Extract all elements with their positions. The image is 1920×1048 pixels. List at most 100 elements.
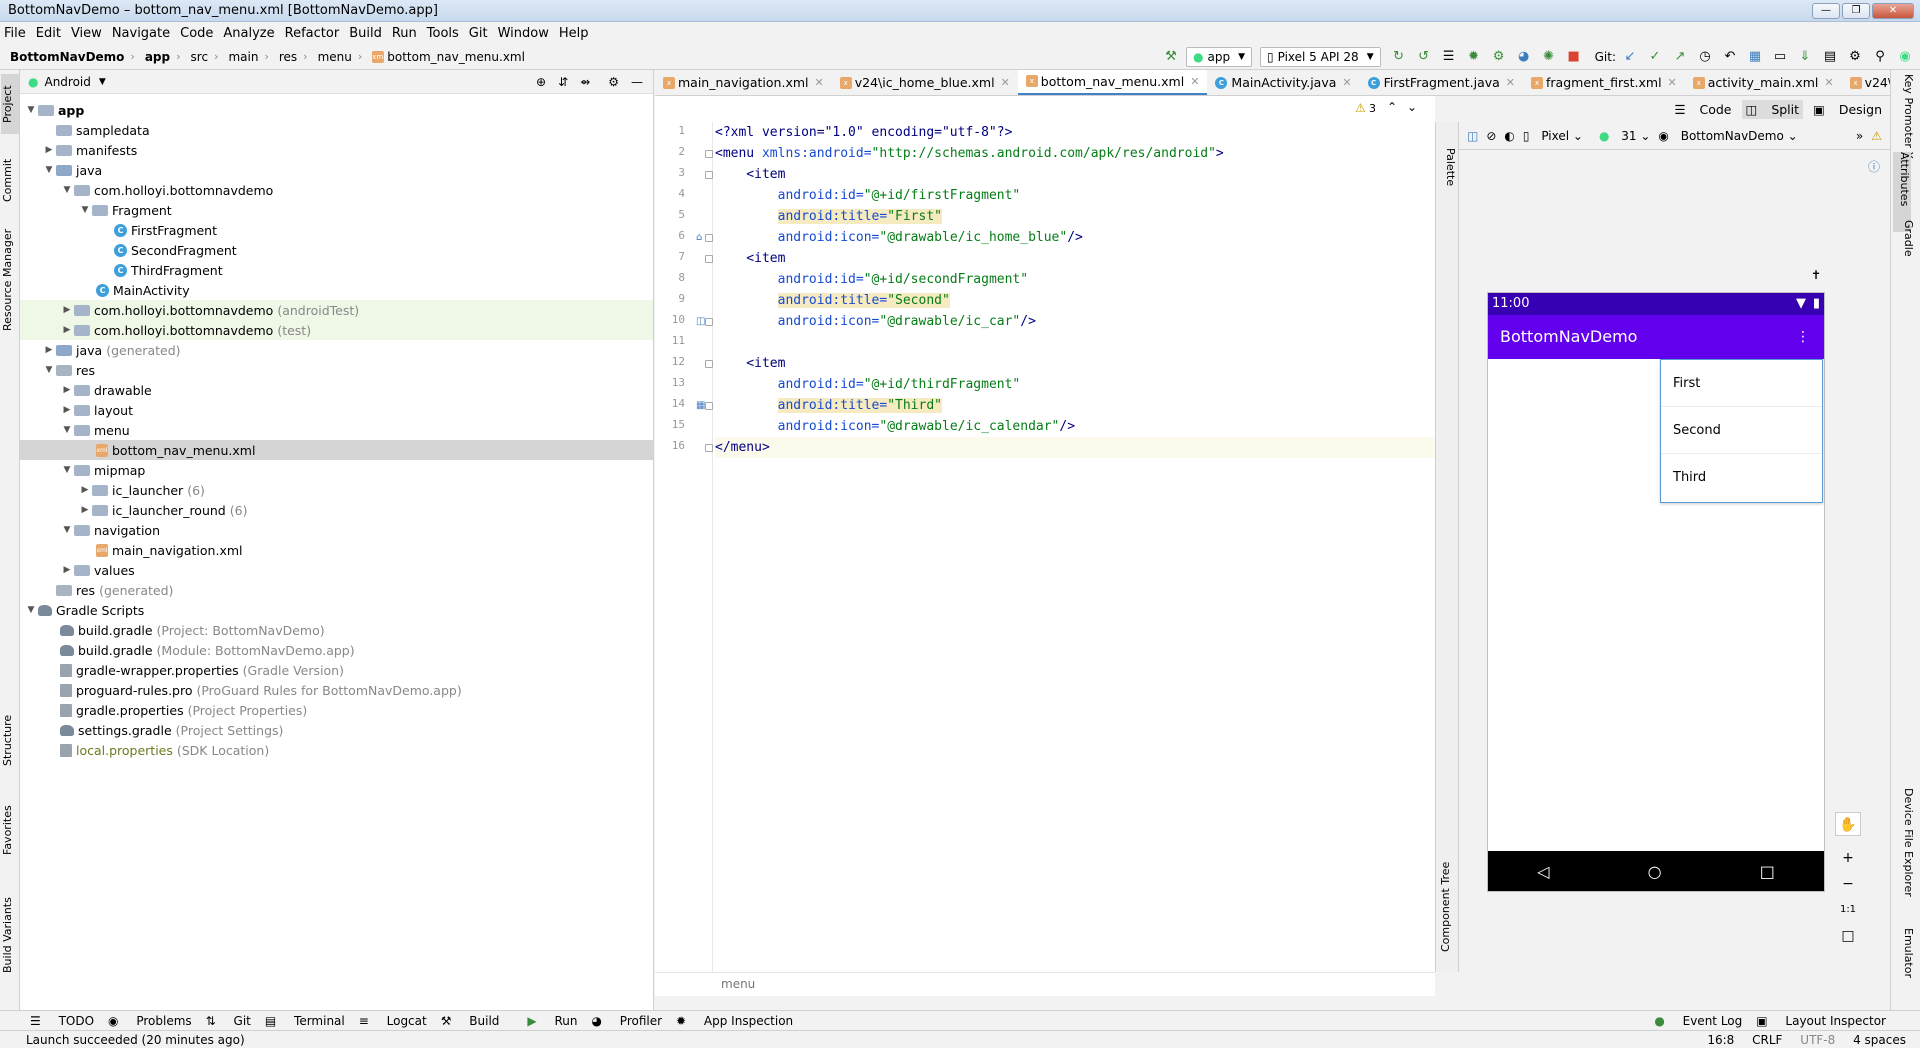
layout-inspector-tool-button[interactable]: ▣ Layout Inspector	[1756, 1014, 1886, 1028]
warning-count[interactable]: 3	[1369, 102, 1376, 115]
chevron-down-icon[interactable]: ▼	[99, 77, 106, 87]
file-encoding[interactable]: UTF-8	[1800, 1033, 1835, 1047]
code-editor[interactable]: 1 2 3 4 5 6 7 8 9 10 11 12 13 14 15 16 ⌂…	[655, 122, 1435, 972]
crumb-project[interactable]: BottomNavDemo	[10, 50, 124, 64]
project-structure-icon[interactable]: ▦	[1745, 47, 1765, 67]
tree-row-package[interactable]: ▼ com.holloyi.bottomnavdemo	[20, 180, 653, 200]
history-icon[interactable]: ◷	[1695, 47, 1715, 67]
back-icon[interactable]: ◁	[1537, 862, 1549, 881]
tree-row-values[interactable]: ▶ values	[20, 560, 653, 580]
chevron-down-icon[interactable]: ▼	[60, 185, 74, 195]
tree-row-res[interactable]: ▼ res	[20, 360, 653, 380]
editor-breadcrumb[interactable]: menu	[655, 972, 1435, 996]
tree-row-gradle-properties[interactable]: gradle.properties (Project Properties)	[20, 700, 653, 720]
menu-refactor[interactable]: Refactor	[285, 26, 340, 41]
tree-row-java-generated[interactable]: ▶ java (generated)	[20, 340, 653, 360]
menu-item-second[interactable]: Second	[1661, 407, 1822, 454]
menu-build[interactable]: Build	[349, 26, 382, 41]
tree-row-drawable[interactable]: ▶ drawable	[20, 380, 653, 400]
zoom-actual-size-button[interactable]: 1:1	[1835, 898, 1861, 922]
device-manager-icon[interactable]: ▤	[1820, 47, 1840, 67]
menu-code[interactable]: Code	[180, 26, 213, 41]
status-message[interactable]: Launch succeeded (20 minutes ago)	[26, 1033, 1707, 1047]
chevron-right-icon[interactable]: ▶	[60, 565, 74, 575]
tree-row-first-fragment[interactable]: C FirstFragment	[20, 220, 653, 240]
run-tool-button[interactable]: ▶ Run	[513, 1014, 577, 1028]
tree-row-layout[interactable]: ▶ layout	[20, 400, 653, 420]
close-icon[interactable]: ✕	[815, 76, 824, 89]
close-icon[interactable]: ✕	[1001, 76, 1010, 89]
tree-row-package-android-test[interactable]: ▶ com.holloyi.bottomnavdemo (androidTest)	[20, 300, 653, 320]
tree-row-res-generated[interactable]: res (generated)	[20, 580, 653, 600]
tree-row-mipmap[interactable]: ▼ mipmap	[20, 460, 653, 480]
menu-view[interactable]: View	[71, 26, 102, 41]
chevron-down-icon[interactable]: ▼	[78, 205, 92, 215]
build-variants-tool-tab[interactable]: Build Variants	[1, 890, 19, 980]
pan-hand-icon[interactable]: ✋	[1835, 812, 1861, 836]
close-button[interactable]: ✕	[1872, 2, 1914, 19]
theme-select[interactable]: ◉ BottomNavDemo ⌄	[1658, 129, 1797, 143]
search-icon[interactable]: ⚲	[1870, 47, 1890, 67]
tab-selector[interactable]: xv24\selector	[1842, 70, 1890, 95]
tree-row-build-gradle-module[interactable]: build.gradle (Module: BottomNavDemo.app)	[20, 640, 653, 660]
zoom-out-icon[interactable]: −	[1835, 872, 1861, 896]
component-tree-tool-tab[interactable]: Component Tree	[1439, 852, 1457, 962]
profile-icon[interactable]: ◕	[1514, 47, 1534, 67]
tree-row-package-test[interactable]: ▶ com.holloyi.bottomnavdemo (test)	[20, 320, 653, 340]
emulator-tool-tab[interactable]: Emulator	[1897, 928, 1915, 998]
fold-marker-icon[interactable]	[705, 150, 713, 158]
gradle-tool-tab[interactable]: Gradle	[1897, 220, 1915, 280]
fold-marker-icon[interactable]	[705, 234, 713, 242]
git-push-icon[interactable]: ↗	[1670, 47, 1690, 67]
close-icon[interactable]: ✕	[1342, 76, 1351, 89]
fold-marker-icon[interactable]	[705, 318, 713, 326]
tab-ic-home-blue[interactable]: x v24\ic_home_blue.xml ✕	[832, 70, 1018, 95]
sdk-manager-icon[interactable]: ⇓	[1795, 47, 1815, 67]
tree-row-bottom-nav-menu[interactable]: xml bottom_nav_menu.xml	[20, 440, 653, 460]
chevron-down-icon[interactable]: ▼	[60, 425, 74, 435]
pan-icon[interactable]: ✝	[1811, 268, 1821, 282]
menu-edit[interactable]: Edit	[36, 26, 61, 41]
home-icon[interactable]: ○	[1648, 862, 1662, 881]
tab-activity-main[interactable]: x activity_main.xml ✕	[1685, 70, 1842, 95]
menu-item-third[interactable]: Third	[1661, 454, 1822, 501]
device-select[interactable]: ▯ Pixel ⌄	[1523, 129, 1583, 143]
api-select[interactable]: ● 31 ⌄	[1591, 129, 1650, 143]
tree-row-sampledata[interactable]: sampledata	[20, 120, 653, 140]
tab-first-fragment[interactable]: C FirstFragment.java ✕	[1360, 70, 1523, 95]
avd-manager-icon[interactable]: ▭	[1770, 47, 1790, 67]
chevron-down-icon[interactable]: ▼	[42, 365, 56, 375]
debug-icon[interactable]: ✹	[1464, 47, 1484, 67]
git-commit-icon[interactable]: ✓	[1645, 47, 1665, 67]
app-inspection-tool-button[interactable]: ✹ App Inspection	[676, 1014, 793, 1028]
tree-row-main-activity[interactable]: C MainActivity	[20, 280, 653, 300]
menu-window[interactable]: Window	[498, 26, 549, 41]
layers-icon[interactable]: ◫	[1467, 129, 1478, 143]
profiler-tool-button[interactable]: ◕ Profiler	[592, 1014, 663, 1028]
git-update-icon[interactable]: ↙	[1620, 47, 1640, 67]
expand-all-icon[interactable]: ⇵	[558, 75, 568, 89]
logcat-tool-button[interactable]: ≡ Logcat	[359, 1014, 427, 1028]
overflow-menu-icon[interactable]: ⋮	[1796, 315, 1810, 359]
chevron-down-icon[interactable]: ▼	[60, 525, 74, 535]
tree-row-app[interactable]: ▼ app	[20, 100, 653, 120]
tree-row-fragment[interactable]: ▼ Fragment	[20, 200, 653, 220]
list-icon[interactable]: ☰	[1439, 47, 1459, 67]
close-icon[interactable]: ✕	[1190, 75, 1199, 88]
chevron-right-icon[interactable]: ▶	[78, 485, 92, 495]
close-icon[interactable]: ✕	[1668, 76, 1677, 89]
project-tool-tab[interactable]: Project	[1, 74, 19, 134]
minimize-button[interactable]: —	[1812, 2, 1840, 19]
chevron-down-icon[interactable]: ▼	[42, 165, 56, 175]
recents-icon[interactable]: □	[1760, 862, 1775, 881]
phone-preview[interactable]: 11:00 ▼ ▮ BottomNavDemo ⋮ First Second T…	[1487, 292, 1825, 892]
commit-tool-tab[interactable]: Commit	[1, 150, 19, 210]
menu-navigate[interactable]: Navigate	[112, 26, 170, 41]
crumb-menu[interactable]: menu	[318, 50, 352, 64]
tree-row-third-fragment[interactable]: C ThirdFragment	[20, 260, 653, 280]
crumb-file[interactable]: xml bottom_nav_menu.xml	[372, 50, 525, 64]
device-select[interactable]: ▯ Pixel 5 API 28 ▼	[1259, 47, 1381, 67]
project-view-select[interactable]: Android	[44, 75, 90, 89]
menu-help[interactable]: Help	[559, 26, 589, 41]
chevron-down-icon[interactable]: ▼	[24, 105, 38, 115]
